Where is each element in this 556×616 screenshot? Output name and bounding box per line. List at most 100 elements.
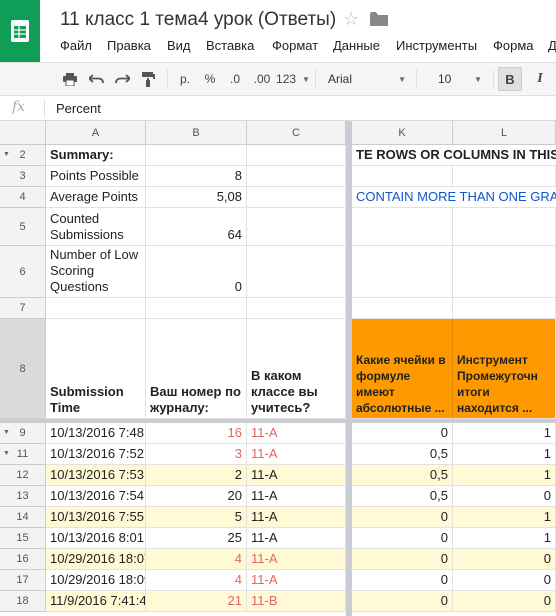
score-k-cell[interactable]: 0 [352,549,453,570]
journal-number-cell[interactable]: 25 [146,528,247,549]
row-header[interactable]: 16 [0,549,46,570]
row-header[interactable]: 15 [0,528,46,549]
summary-label[interactable]: Points Possible [46,166,146,187]
column-header-a[interactable]: A [46,121,146,145]
row-header[interactable]: ▼ 2 [0,145,46,166]
column-header-l[interactable]: L [453,121,556,145]
score-l-cell[interactable]: 1 [453,423,556,444]
cell[interactable] [247,145,346,166]
row-header[interactable]: 6 [0,246,46,298]
cell[interactable] [146,298,247,319]
paint-format-icon[interactable] [136,63,160,95]
row-header[interactable]: 3 [0,166,46,187]
menu-insert[interactable]: Вставка [206,38,254,53]
summary-label[interactable]: Counted Submissions [46,208,146,246]
row-header[interactable]: 17 [0,570,46,591]
frozen-column-divider[interactable] [346,121,352,616]
cell[interactable] [247,298,346,319]
menu-addons[interactable]: Д [548,38,556,53]
class-cell[interactable]: 11-А [247,486,346,507]
submission-time-cell[interactable]: 10/13/2016 7:55: [46,507,146,528]
submission-time-cell[interactable]: 10/13/2016 7:48: [46,423,146,444]
menu-format[interactable]: Формат [272,38,318,53]
cell[interactable] [247,187,346,208]
cell[interactable] [453,298,556,319]
score-l-cell[interactable]: 1 [453,465,556,486]
submission-time-cell[interactable]: 11/9/2016 7:41:4 [46,591,146,612]
summary-label[interactable]: Number of Low Scoring Questions [46,246,146,298]
menu-tools[interactable]: Инструменты [396,38,477,53]
score-l-cell[interactable]: 0 [453,591,556,612]
summary-value[interactable]: 8 [146,166,247,187]
bold-button[interactable]: B [498,67,522,91]
summary-value[interactable]: 0 [146,246,247,298]
row-header[interactable]: 13 [0,486,46,507]
cell[interactable] [247,166,346,187]
journal-number-cell[interactable]: 4 [146,570,247,591]
class-cell[interactable]: 11-А [247,507,346,528]
cell[interactable] [352,246,453,298]
summary-heading[interactable]: Summary: [46,145,146,166]
formula-input[interactable]: Percent [56,101,101,116]
submission-time-cell[interactable]: 10/13/2016 8:01: [46,528,146,549]
header-journal-number[interactable]: Ваш номер по журналу: [146,319,247,419]
redo-icon[interactable] [110,63,134,95]
column-header-b[interactable]: B [146,121,247,145]
summary-label[interactable]: Average Points [46,187,146,208]
menu-view[interactable]: Вид [167,38,191,53]
currency-format-button[interactable]: р. [174,63,196,95]
column-header-c[interactable]: C [247,121,346,145]
select-all-corner[interactable] [0,121,46,145]
journal-number-cell[interactable]: 5 [146,507,247,528]
row-header[interactable]: 18 [0,591,46,612]
cell[interactable] [352,166,453,187]
sheets-logo[interactable] [0,0,40,62]
class-cell[interactable]: 11-А [247,570,346,591]
cell[interactable] [247,208,346,246]
star-icon[interactable]: ☆ [343,9,359,30]
notice-text-2[interactable]: CONTAIN MORE THAN ONE GRA [352,187,556,208]
score-k-cell[interactable]: 0 [352,528,453,549]
cell[interactable] [46,298,146,319]
cell[interactable] [247,246,346,298]
class-cell[interactable]: 11-А [247,528,346,549]
score-k-cell[interactable]: 0,5 [352,486,453,507]
class-cell[interactable]: 11-В [247,591,346,612]
header-submission-time[interactable]: Submission Time [46,319,146,419]
cell[interactable] [453,246,556,298]
cell[interactable] [352,298,453,319]
score-k-cell[interactable]: 0 [352,591,453,612]
notice-text-1[interactable]: TE ROWS OR COLUMNS IN THIS [352,145,556,166]
score-l-cell[interactable]: 1 [453,528,556,549]
print-icon[interactable] [58,63,82,95]
more-formats-dropdown[interactable]: 123 ▼ [276,63,310,95]
increase-decimal-button[interactable]: .00 [249,63,275,95]
journal-number-cell[interactable]: 3 [146,444,247,465]
score-l-cell[interactable]: 1 [453,507,556,528]
menu-form[interactable]: Форма [493,38,534,53]
font-size-dropdown[interactable]: 10 ▼ [432,63,488,95]
menu-edit[interactable]: Правка [107,38,151,53]
percent-format-button[interactable]: % [199,63,221,95]
header-question-k[interactable]: Какие ячейки в формуле имеют абсолютные … [352,319,453,419]
undo-icon[interactable] [84,63,108,95]
journal-number-cell[interactable]: 4 [146,549,247,570]
score-k-cell[interactable]: 0 [352,507,453,528]
menu-file[interactable]: Файл [60,38,92,53]
folder-icon[interactable] [370,12,388,26]
menu-data[interactable]: Данные [333,38,380,53]
column-header-k[interactable]: K [352,121,453,145]
document-title[interactable]: 11 класс 1 тема4 урок (Ответы) [60,9,336,31]
journal-number-cell[interactable]: 2 [146,465,247,486]
row-header[interactable]: 12 [0,465,46,486]
row-header[interactable]: ▼ 11 [0,444,46,465]
cell[interactable] [352,208,453,246]
submission-time-cell[interactable]: 10/13/2016 7:53: [46,465,146,486]
score-l-cell[interactable]: 0 [453,570,556,591]
summary-value[interactable]: 64 [146,208,247,246]
score-k-cell[interactable]: 0,5 [352,465,453,486]
cell[interactable] [453,208,556,246]
row-header[interactable]: 5 [0,208,46,246]
journal-number-cell[interactable]: 16 [146,423,247,444]
cell[interactable] [453,166,556,187]
